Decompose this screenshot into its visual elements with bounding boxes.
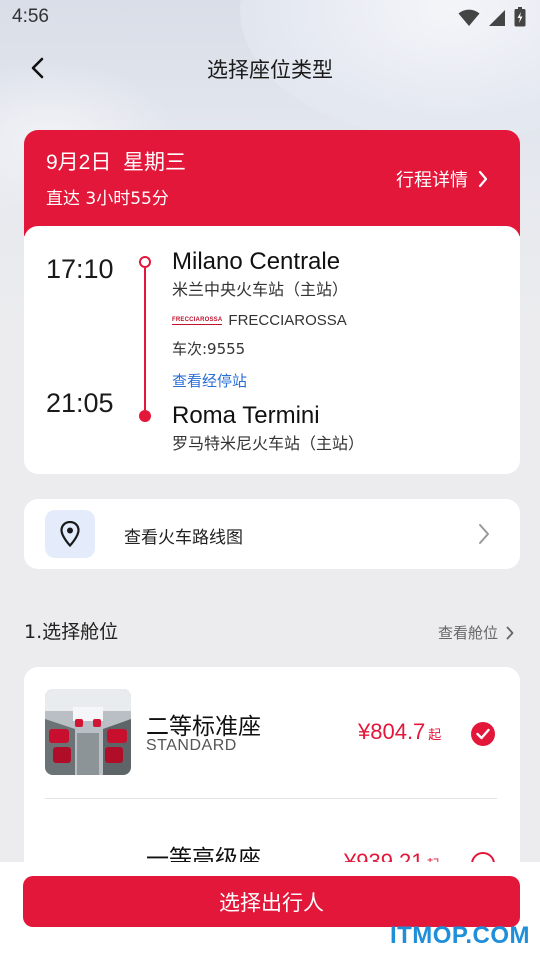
route-map-card[interactable]: 查看火车路线图 <box>24 499 520 569</box>
departure-dot <box>139 256 151 268</box>
class-option-subtitle: STANDARD <box>146 737 237 754</box>
class-option-price: ¥804.7 起 <box>358 719 441 745</box>
chevron-right-icon <box>506 626 514 639</box>
trip-date: 9月2日 星期三 <box>46 151 187 174</box>
map-icon-box <box>45 510 95 558</box>
departure-station-cn: 米兰中央火车站（主站） <box>172 280 349 299</box>
trip-timeline: 17:10 21:05 Milano Centrale 米兰中央火车站（主站） … <box>24 226 520 474</box>
status-icons <box>458 7 526 27</box>
arrival-station-cn: 罗马特米尼火车站（主站） <box>172 434 365 453</box>
view-stops-link[interactable]: 查看经停站 <box>172 370 247 391</box>
location-pin-icon <box>60 521 80 547</box>
trip-duration: 直达 3小时55分 <box>46 189 169 209</box>
standard-class-photo <box>45 689 131 775</box>
view-class-label: 查看舱位 <box>437 624 498 642</box>
train-brand-name: FRECCIAROSSA <box>228 312 347 329</box>
class-option-radio-selected[interactable] <box>471 722 495 746</box>
chevron-right-icon <box>478 170 488 188</box>
price-amount: ¥804.7 <box>358 719 426 744</box>
chevron-right-icon <box>479 524 489 544</box>
app-header: 选择座位类型 <box>0 44 540 92</box>
train-brand: FRECCIAROSSA FRECCIAROSSA <box>172 312 347 329</box>
trip-detail-label: 行程详情 <box>396 170 468 191</box>
check-icon <box>476 728 490 740</box>
train-interior-image <box>45 689 131 775</box>
arrival-station: Roma Termini <box>172 402 320 429</box>
price-suffix: 起 <box>428 727 442 742</box>
bottom-action-bar: 选择出行人 ITMOP.COM <box>0 862 540 960</box>
wifi-icon <box>458 9 480 26</box>
class-section-title: 1.选择舱位 <box>24 621 119 643</box>
train-number: 车次:9555 <box>172 340 246 358</box>
status-bar: 4:56 <box>0 0 540 36</box>
signal-icon <box>489 10 505 26</box>
trip-card: 9月2日 星期三 直达 3小时55分 行程详情 17:10 21:05 Mila… <box>24 130 520 474</box>
trip-detail-link[interactable]: 行程详情 <box>396 166 488 192</box>
view-class-link[interactable]: 查看舱位 <box>438 622 514 643</box>
divider <box>45 798 497 799</box>
route-line <box>144 268 146 410</box>
status-time: 4:56 <box>12 6 49 27</box>
departure-time: 17:10 <box>46 254 114 284</box>
site-watermark: ITMOP.COM <box>389 922 530 949</box>
trip-summary-header: 9月2日 星期三 直达 3小时55分 行程详情 <box>24 130 520 236</box>
page-title: 选择座位类型 <box>207 58 333 82</box>
route-map-label: 查看火车路线图 <box>124 528 243 548</box>
arrival-dot <box>139 410 151 422</box>
frecciarossa-logo: FRECCIAROSSA <box>172 317 223 325</box>
class-option-name: 二等标准座 <box>146 714 261 740</box>
battery-icon <box>514 7 526 27</box>
select-traveler-button[interactable]: 选择出行人 <box>23 876 520 927</box>
arrival-time: 21:05 <box>46 388 114 418</box>
departure-station: Milano Centrale <box>172 248 341 275</box>
